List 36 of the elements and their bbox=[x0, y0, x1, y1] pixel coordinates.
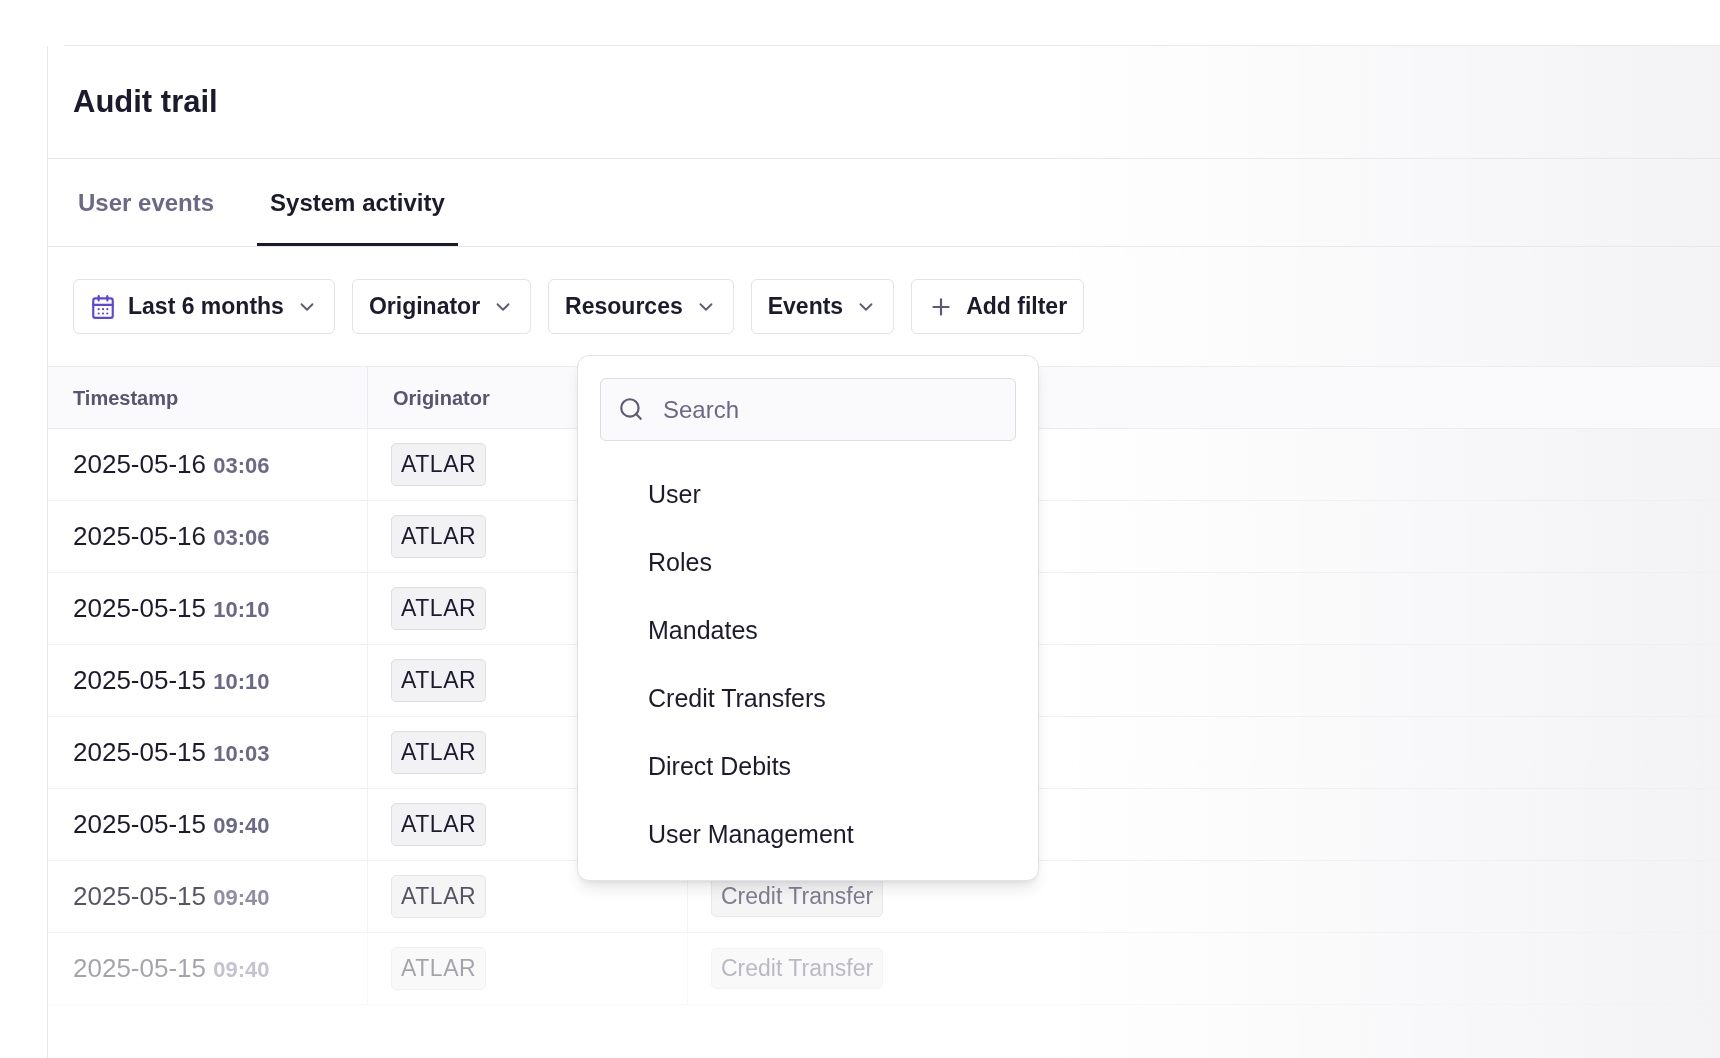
timestamp: 2025-05-15 10:03 bbox=[73, 736, 270, 769]
menu-item[interactable]: Direct Debits bbox=[600, 733, 1016, 801]
timestamp: 2025-05-15 09:40 bbox=[73, 808, 270, 841]
tab[interactable]: System activity bbox=[257, 163, 458, 246]
originator-tag: ATLAR bbox=[391, 587, 487, 630]
column-header: Timestamp bbox=[73, 385, 179, 411]
originator-tag: ATLAR bbox=[391, 803, 487, 846]
originator-tag: ATLAR bbox=[391, 731, 487, 774]
add-filter-button[interactable]: Add filter bbox=[911, 279, 1085, 334]
timestamp: 2025-05-15 10:10 bbox=[73, 592, 270, 625]
originator-tag: ATLAR bbox=[391, 443, 487, 486]
menu-item[interactable]: User Management bbox=[600, 801, 1016, 869]
timestamp: 2025-05-15 10:10 bbox=[73, 664, 270, 697]
search-icon bbox=[618, 396, 644, 422]
filter-dropdown[interactable]: Last 6 months bbox=[73, 279, 335, 334]
column-header: Originator bbox=[393, 385, 490, 411]
filter-dropdown[interactable]: Events bbox=[750, 279, 895, 334]
page-title: Audit trail bbox=[73, 82, 218, 121]
menu-item[interactable]: Mandates bbox=[600, 597, 1016, 665]
timestamp: 2025-05-15 09:40 bbox=[73, 880, 270, 913]
timestamp: 2025-05-16 03:06 bbox=[73, 520, 270, 553]
calendar-icon bbox=[90, 293, 116, 320]
timestamp: 2025-05-15 09:40 bbox=[73, 952, 270, 985]
originator-tag: ATLAR bbox=[391, 659, 487, 702]
menu-item[interactable]: Roles bbox=[600, 529, 1016, 597]
search-field[interactable]: Search bbox=[600, 378, 1016, 441]
originator-tag: ATLAR bbox=[391, 947, 487, 990]
resource-tag: Credit Transfer bbox=[711, 948, 884, 989]
menu-item[interactable]: Credit Transfers bbox=[600, 665, 1016, 733]
menu-item[interactable]: User bbox=[600, 461, 1016, 529]
originator-tag: ATLAR bbox=[391, 875, 487, 918]
timestamp: 2025-05-16 03:06 bbox=[73, 448, 270, 481]
filter-dropdown[interactable]: Originator bbox=[351, 279, 532, 334]
tab[interactable]: User events bbox=[65, 163, 228, 246]
filter-dropdown[interactable]: Resources bbox=[548, 279, 734, 334]
originator-tag: ATLAR bbox=[391, 515, 487, 558]
